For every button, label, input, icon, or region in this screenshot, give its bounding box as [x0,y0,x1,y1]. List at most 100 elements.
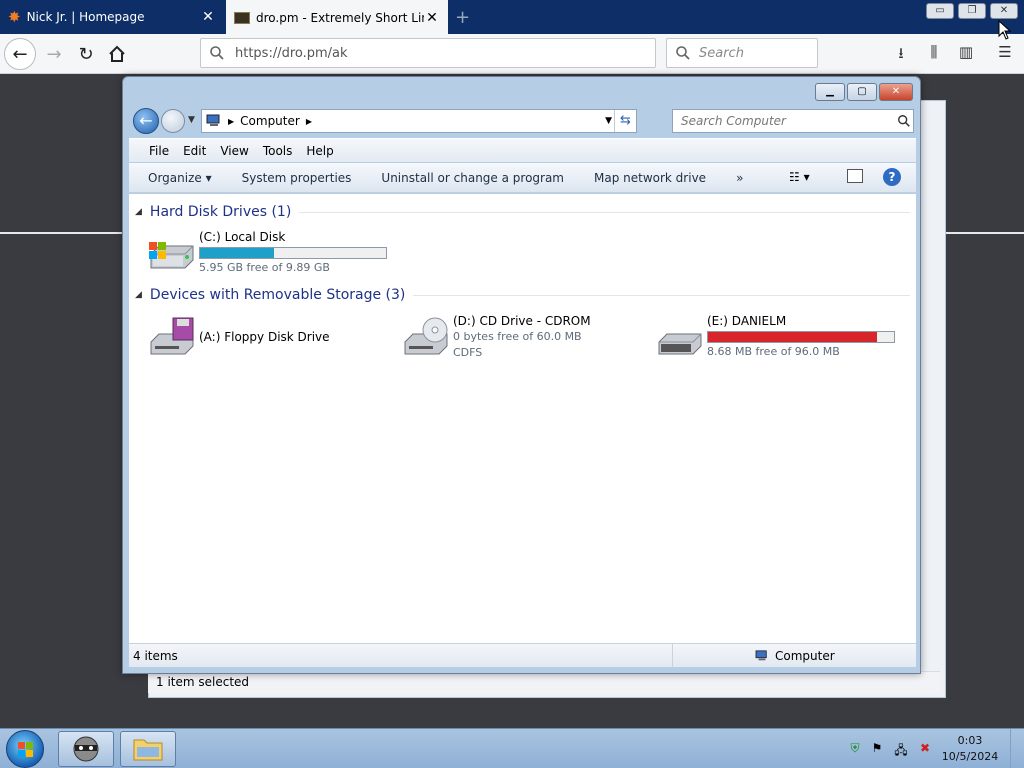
menu-help[interactable]: Help [306,144,333,158]
status-location-text: Computer [775,649,835,663]
explorer-close-button[interactable]: ✕ [879,83,913,101]
explorer-minimize-button[interactable]: ▁ [815,83,845,101]
home-button[interactable] [101,38,133,70]
folder-icon [133,739,163,761]
drive-item-a[interactable]: (A:) Floppy Disk Drive [147,314,397,360]
minimize-window-button[interactable]: ▭ [926,3,954,19]
security-shield-icon[interactable]: ⛨ [848,741,862,755]
change-view-icon[interactable]: ☷ ▾ [789,170,810,184]
map-network-drive-button[interactable]: Map network drive [594,171,706,185]
drive-filesystem: CDFS [453,346,483,359]
organize-button[interactable]: Organize ▾ [148,171,212,185]
drive-name: (D:) CD Drive - CDROM [453,314,591,328]
drive-item-c[interactable]: (C:) Local Disk 5.95 GB free of 9.89 GB [147,230,397,276]
help-icon[interactable]: ? [883,168,901,186]
search-placeholder: Search [699,45,744,61]
search-icon [898,115,910,127]
item-count: 4 items [133,649,178,663]
drive-item-d[interactable]: (D:) CD Drive - CDROM 0 bytes free of 60… [401,314,651,360]
explorer-forward-button[interactable] [161,109,185,133]
collapse-arrow-icon[interactable]: ◢ [135,290,142,300]
restore-window-button[interactable]: ❐ [958,3,986,19]
system-properties-button[interactable]: System properties [242,171,352,185]
tab-title: Nick Jr. | Homepage [26,10,145,24]
explorer-titlebar[interactable]: ▁ ▢ ✕ [123,77,920,105]
tab-nick-jr[interactable]: ✸ Nick Jr. | Homepage ✕ [0,0,224,34]
group-title: Devices with Removable Storage (3) [149,287,406,303]
network-icon[interactable]: 🖧 [894,741,908,757]
preview-pane-icon[interactable] [847,169,863,183]
background-window-status: 1 item selected [148,671,940,693]
page-divider [946,232,1024,234]
drive-free-space: 0 bytes free of 60.0 MB [453,330,582,343]
tab-close-icon[interactable]: ✕ [424,10,440,26]
breadcrumb-arrow-icon[interactable]: ▶ [306,117,312,126]
url-text: https://dro.pm/ak [235,45,348,61]
taskbar-browser-button[interactable] [58,731,114,767]
explorer-address-row: ← ▼ ▶ Computer ▶ ▼ ⇆ Search Computer [129,106,916,136]
group-header-hard-disk[interactable]: ◢ Hard Disk Drives (1) [135,204,910,220]
drive-item-e[interactable]: (E:) DANIELM 8.68 MB free of 96.0 MB [655,314,905,360]
tab-dro-pm[interactable]: dro.pm - Extremely Short Links ✕ [226,0,448,35]
new-tab-button[interactable]: + [455,7,470,28]
explorer-back-button[interactable]: ← [133,108,159,134]
volume-muted-icon[interactable]: ✖ [918,741,932,755]
show-desktop-button[interactable] [1010,729,1024,768]
reload-icon: ↻ [78,43,94,65]
explorer-content-pane: ◢ Hard Disk Drives (1) (C:) Local Disk 5… [129,194,916,643]
status-separator [672,644,673,668]
explorer-search-input[interactable]: Search Computer [672,109,914,133]
reload-button[interactable]: ↻ [70,38,102,70]
menu-edit[interactable]: Edit [183,144,206,158]
drive-usage-fill [200,248,275,258]
url-bar[interactable]: https://dro.pm/ak [200,38,656,68]
start-button[interactable] [6,730,44,768]
status-location: Computer [755,649,835,663]
clock-time: 0:03 [957,734,983,747]
drive-name: (A:) Floppy Disk Drive [199,330,330,344]
drive-free-space: 5.95 GB free of 9.89 GB [199,261,330,274]
recent-pages-chevron-icon[interactable]: ▼ [188,115,195,125]
page-divider [0,232,123,234]
sidebar-icon[interactable]: ▥ [955,43,977,65]
close-window-button[interactable]: ✕ [990,3,1018,19]
drive-name: (C:) Local Disk [199,230,286,244]
address-dropdown-icon[interactable]: ▼ [605,116,612,126]
forward-arrow-icon: → [46,43,62,65]
group-title: Hard Disk Drives (1) [149,204,292,220]
forward-button[interactable]: → [38,38,70,70]
breadcrumb-arrow-icon[interactable]: ▶ [228,117,234,126]
search-input[interactable]: Search [666,38,818,68]
tab-title: dro.pm - Extremely Short Links [256,10,424,25]
menu-icon[interactable]: ☰ [994,43,1016,65]
action-center-flag-icon[interactable]: ⚑ [870,741,884,755]
collapse-arrow-icon[interactable]: ◢ [135,207,142,217]
menu-tools[interactable]: Tools [263,144,293,158]
system-clock[interactable]: 0:03 10/5/2024 [940,733,1000,765]
floppy-drive-icon [150,317,194,355]
drive-free-space: 8.68 MB free of 96.0 MB [707,345,840,358]
refresh-icon[interactable]: ⇆ [614,110,636,132]
menu-view[interactable]: View [220,144,248,158]
group-header-removable[interactable]: ◢ Devices with Removable Storage (3) [135,287,910,303]
breadcrumb-computer[interactable]: Computer [240,114,300,128]
downloads-icon[interactable]: ⭳ [890,43,912,65]
search-icon [676,46,690,60]
drive-usage-bar [707,331,895,343]
mouse-cursor-icon [998,20,1012,40]
address-bar[interactable]: ▶ Computer ▶ ▼ ⇆ [201,109,637,133]
taskbar-explorer-button[interactable] [120,731,176,767]
back-button[interactable]: ← [4,38,36,70]
dro-pm-icon [234,11,250,24]
more-commands-button[interactable]: » [736,171,743,185]
uninstall-program-button[interactable]: Uninstall or change a program [381,171,564,185]
tab-close-icon[interactable]: ✕ [200,9,216,25]
explorer-window[interactable]: ▁ ▢ ✕ ← ▼ ▶ Computer ▶ ▼ ⇆ Search Comput… [122,76,921,674]
explorer-maximize-button[interactable]: ▢ [847,83,877,101]
library-icon[interactable]: ⫼ [923,43,945,65]
computer-icon [755,650,767,661]
menu-file[interactable]: File [149,144,169,158]
back-arrow-icon: ← [12,43,28,65]
group-divider [299,211,910,213]
nick-jr-icon: ✸ [8,8,21,26]
